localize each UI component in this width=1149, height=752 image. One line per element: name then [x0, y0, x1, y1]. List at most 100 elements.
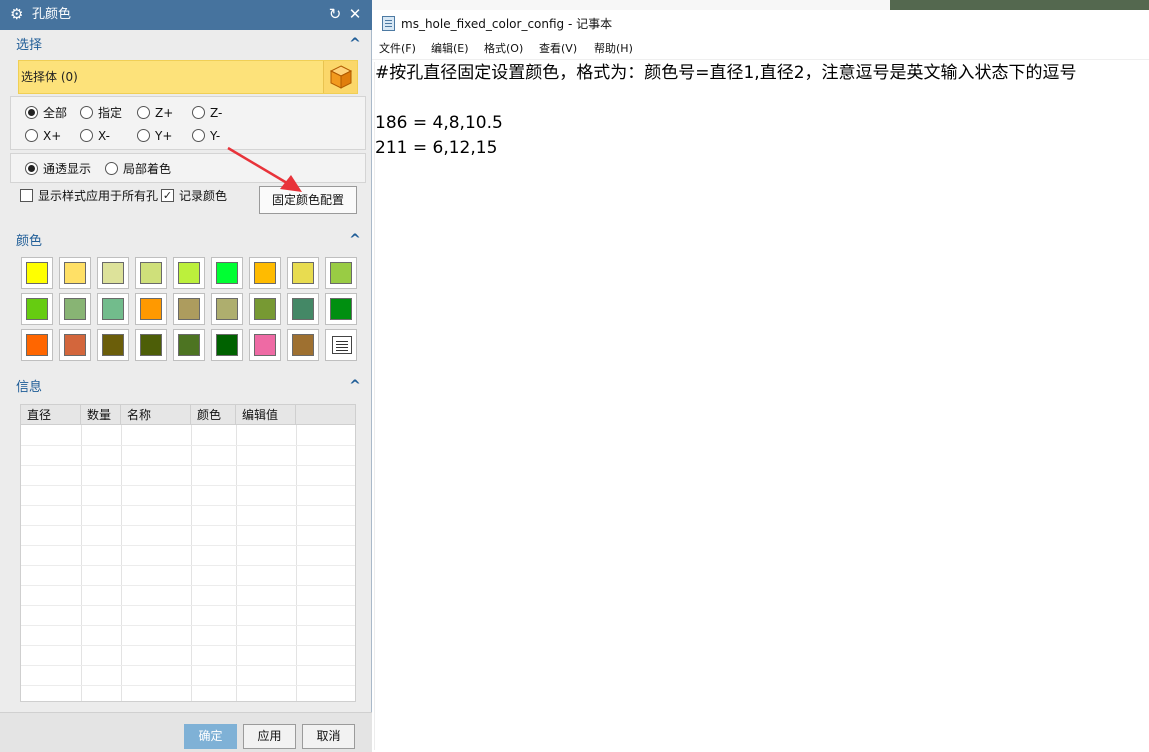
direction-options-box: 全部 指定 Z+ Z- X+ X- Y+ Y- [10, 96, 366, 150]
color-swatch[interactable] [135, 293, 167, 325]
swatch-fill [102, 262, 124, 284]
table-row-line [21, 525, 355, 526]
table-row-line [21, 665, 355, 666]
close-icon[interactable]: ✕ [346, 5, 364, 23]
swatch-fill [26, 298, 48, 320]
color-swatch[interactable] [21, 293, 53, 325]
info-section-header[interactable]: 信息 ^ [10, 376, 366, 398]
collapse-caret-icon[interactable]: ^ [348, 36, 362, 52]
color-swatch[interactable] [249, 329, 281, 361]
menu-edit[interactable]: 编辑(E) [431, 42, 469, 56]
swatch-fill [140, 262, 162, 284]
notepad-menubar: 文件(F) 编辑(E) 格式(O) 查看(V) 帮助(H) [372, 38, 1149, 60]
reset-icon[interactable]: ↻ [326, 5, 344, 23]
cancel-button[interactable]: 取消 [302, 724, 355, 749]
color-swatch[interactable] [287, 257, 319, 289]
table-row-line [21, 625, 355, 626]
table-row-line [21, 685, 355, 686]
color-swatch[interactable] [325, 257, 357, 289]
red-arrow-annotation [227, 146, 302, 192]
color-swatch[interactable] [21, 329, 53, 361]
color-swatch[interactable] [173, 329, 205, 361]
color-swatch[interactable] [59, 293, 91, 325]
radio-dot [25, 129, 38, 142]
color-swatch[interactable] [211, 329, 243, 361]
table-row-line [21, 445, 355, 446]
notepad-window: ms_hole_fixed_color_config - 记事本 文件(F) 编… [372, 0, 1149, 752]
menu-view[interactable]: 查看(V) [539, 42, 577, 56]
checkbox-label: 记录颜色 [179, 189, 228, 203]
notepad-text-area[interactable]: #按孔直径固定设置颜色，格式为：颜色号=直径1,直径2，注意逗号是英文输入状态下… [374, 62, 1147, 750]
collapse-caret-icon[interactable]: ^ [348, 378, 362, 394]
custom-color-button[interactable] [325, 329, 357, 361]
color-swatch[interactable] [59, 329, 91, 361]
radio-dot [80, 129, 93, 142]
color-swatch[interactable] [97, 257, 129, 289]
colors-section-header[interactable]: 颜色 ^ [10, 230, 366, 252]
swatch-fill [330, 262, 352, 284]
swatch-fill [178, 298, 200, 320]
column-header-diameter[interactable]: 直径 [21, 405, 81, 425]
info-table-header: 直径 数量 名称 颜色 编辑值 [21, 405, 355, 425]
swatch-fill [102, 334, 124, 356]
select-body-row[interactable]: 选择体 (0) [18, 60, 358, 94]
gear-icon: ⚙ [10, 5, 24, 23]
selection-section-header[interactable]: 选择 ^ [10, 34, 366, 56]
swatch-fill [216, 334, 238, 356]
notepad-titlebar: ms_hole_fixed_color_config - 记事本 [372, 10, 1149, 38]
menu-format[interactable]: 格式(O) [484, 42, 523, 56]
menu-file[interactable]: 文件(F) [379, 42, 416, 56]
color-swatch[interactable] [97, 293, 129, 325]
color-swatch[interactable] [97, 329, 129, 361]
menu-help[interactable]: 帮助(H) [594, 42, 633, 56]
table-row-line [21, 645, 355, 646]
checkbox-label: 显示样式应用于所有孔 [38, 189, 159, 203]
color-swatch[interactable] [59, 257, 91, 289]
radio-dot [192, 129, 205, 142]
dialog-title: 孔颜色 [32, 7, 72, 22]
swatch-fill [292, 262, 314, 284]
collapse-caret-icon[interactable]: ^ [348, 232, 362, 248]
column-header-name[interactable]: 名称 [121, 405, 191, 425]
radio-dot [25, 162, 38, 175]
color-swatch[interactable] [21, 257, 53, 289]
table-column-line [191, 425, 192, 701]
swatch-fill [254, 334, 276, 356]
swatch-fill [330, 298, 352, 320]
column-header-count[interactable]: 数量 [81, 405, 121, 425]
table-column-line [81, 425, 82, 701]
color-swatch[interactable] [173, 293, 205, 325]
color-swatch[interactable] [287, 293, 319, 325]
apply-button[interactable]: 应用 [243, 724, 296, 749]
color-swatch[interactable] [135, 257, 167, 289]
swatch-fill [64, 334, 86, 356]
radio-dot [137, 129, 150, 142]
column-header-edit-value[interactable]: 编辑值 [236, 405, 296, 425]
table-row-line [21, 565, 355, 566]
radio-label: 全部 [43, 106, 68, 120]
color-swatch[interactable] [249, 293, 281, 325]
swatch-fill [64, 298, 86, 320]
color-swatch[interactable] [173, 257, 205, 289]
text-line: #按孔直径固定设置颜色，格式为：颜色号=直径1,直径2，注意逗号是英文输入状态下… [375, 63, 1077, 83]
color-swatch[interactable] [211, 257, 243, 289]
column-header-color[interactable]: 颜色 [191, 405, 236, 425]
info-section-label: 信息 [16, 380, 43, 395]
color-swatch[interactable] [249, 257, 281, 289]
table-column-line [296, 425, 297, 701]
color-swatch[interactable] [325, 293, 357, 325]
radio-label: Y- [210, 129, 221, 143]
notepad-icon [382, 16, 395, 31]
radio-dot [105, 162, 118, 175]
color-swatch[interactable] [211, 293, 243, 325]
swatch-fill [292, 334, 314, 356]
hole-color-dialog: ⚙ 孔颜色 ↻ ✕ 选择 ^ 选择体 (0) 全部 指定 Z+ Z- X+ X-… [0, 0, 372, 752]
ok-button[interactable]: 确定 [184, 724, 237, 749]
swatch-fill [26, 334, 48, 356]
color-swatch[interactable] [287, 329, 319, 361]
text-line: 211 = 6,12,15 [375, 138, 498, 158]
cube-select-button[interactable] [323, 61, 357, 93]
display-options-box: 通透显示 局部着色 [10, 153, 366, 183]
table-column-line [236, 425, 237, 701]
color-swatch[interactable] [135, 329, 167, 361]
